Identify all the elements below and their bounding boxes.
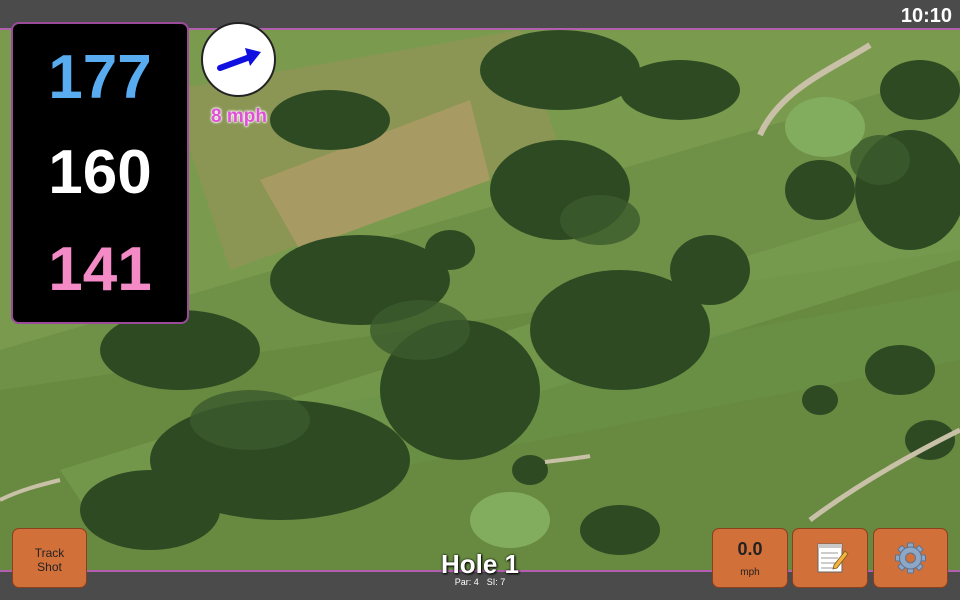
yardage-front: 141 — [48, 235, 152, 304]
wind-indicator — [201, 22, 276, 97]
notepad-icon — [817, 543, 849, 573]
speed-unit: mph — [740, 567, 760, 578]
hole-par: Par: 4 — [454, 577, 479, 587]
settings-button[interactable] — [873, 528, 948, 588]
notes-button[interactable] — [792, 528, 868, 588]
wind-arrow-icon — [217, 48, 261, 71]
wind-speed: 8 mph — [211, 106, 267, 127]
track-shot-label: Track Shot — [34, 546, 65, 574]
speed-button[interactable]: 0.0 mph — [712, 528, 788, 588]
track-shot-button[interactable]: Track Shot — [12, 528, 87, 588]
hole-title: Hole 1 — [440, 549, 520, 579]
hole-info: Par: 4 SI: 7 — [380, 577, 580, 587]
hole-si: SI: 7 — [486, 577, 506, 587]
speed-value: 0.0 — [737, 539, 763, 559]
gear-icon — [895, 542, 926, 574]
yardage-panel: 177 160 141 — [11, 22, 189, 324]
yardage-middle: 160 — [48, 138, 152, 207]
clock: 10:10 — [900, 5, 952, 27]
yardage-back: 177 — [48, 43, 152, 112]
